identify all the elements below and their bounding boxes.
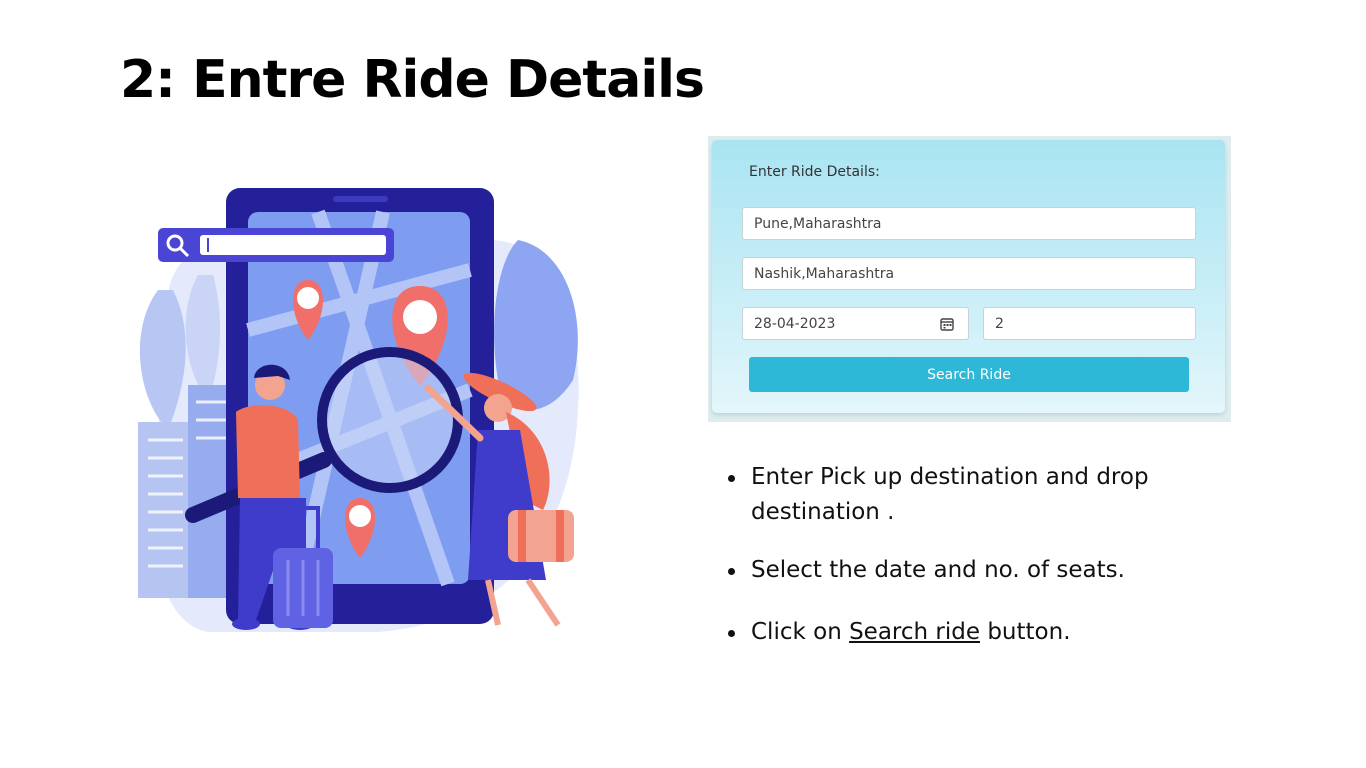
instructions-list: Enter Pick up destination and drop desti… [728, 460, 1231, 650]
drop-input[interactable] [742, 257, 1196, 290]
ride-form-screenshot: Enter Ride Details: Search Ride [708, 136, 1231, 422]
instruction-3-suffix: button. [980, 619, 1071, 645]
list-item: Enter Pick up destination and drop desti… [728, 460, 1231, 530]
magnifier-icon [317, 347, 463, 493]
pickup-input[interactable] [742, 207, 1196, 240]
calendar-icon[interactable] [940, 317, 954, 331]
travel-map-illustration [138, 188, 579, 632]
instruction-3-prefix: Click on [751, 619, 850, 645]
slide-title: 2: Entre Ride Details [120, 50, 705, 110]
ride-details-card: Enter Ride Details: Search Ride [712, 140, 1225, 413]
list-item: Click on Search ride button. [728, 615, 1231, 650]
man-body [236, 405, 300, 500]
building-left [138, 422, 193, 598]
search-ride-link[interactable]: Search ride [849, 619, 980, 645]
instruction-1: Enter Pick up destination and drop desti… [751, 464, 1149, 525]
seats-input[interactable] [983, 307, 1196, 340]
form-heading: Enter Ride Details: [749, 164, 880, 180]
list-item: Select the date and no. of seats. [728, 553, 1231, 588]
search-ride-button[interactable]: Search Ride [749, 357, 1189, 392]
date-input[interactable] [742, 307, 969, 340]
instruction-2: Select the date and no. of seats. [751, 557, 1125, 583]
